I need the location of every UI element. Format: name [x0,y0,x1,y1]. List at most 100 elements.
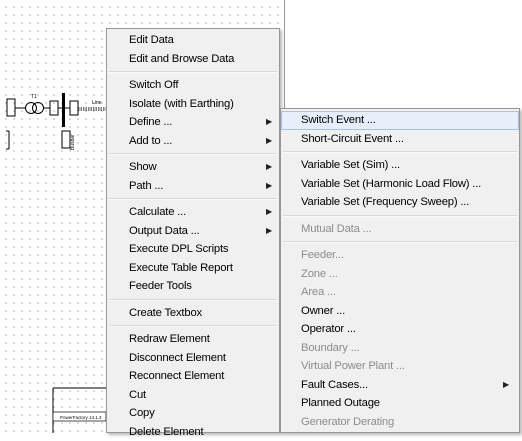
submenu-arrow-icon: ▶ [266,203,272,222]
line-element[interactable] [78,108,106,110]
menu-item-label: Generator Derating [301,416,394,428]
menu-separator [109,71,277,73]
menu-item-label: Reconnect Element [129,370,224,382]
menu-item-owner[interactable]: Owner ... [281,302,519,321]
menu-item-generator-derating[interactable]: Generator Derating [281,413,519,432]
menu-item-reconnect-element[interactable]: Reconnect Element [107,367,279,386]
submenu-arrow-icon: ▶ [266,113,272,132]
menu-item-label: Short-Circuit Event ... [301,133,404,145]
menu-item-edit-and-browse-data[interactable]: Edit and Browse Data [107,50,279,69]
menu-separator [283,215,517,217]
menu-separator [109,153,277,155]
menu-item-short-circuit-event[interactable]: Short-Circuit Event ... [281,130,519,149]
menu-item-label: Copy [129,407,155,419]
menu-item-label: Fault Cases... [301,379,368,391]
menu-item-label: Calculate ... [129,206,186,218]
menu-item-create-textbox[interactable]: Create Textbox [107,304,279,323]
menu-item-copy[interactable]: Copy [107,404,279,423]
menu-item-label: Add to ... [129,135,172,147]
menu-item-label: Area ... [301,286,336,298]
menu-item-planned-outage[interactable]: Planned Outage [281,394,519,413]
menu-item-switch-off[interactable]: Switch Off [107,76,279,95]
menu-item-label: Zone ... [301,268,338,280]
menu-item-redraw-element[interactable]: Redraw Element [107,330,279,349]
status-text: PowerFactory 14.1.3 [60,415,102,420]
menu-item-edit-data[interactable]: Edit Data [107,31,279,50]
menu-item-label: Feeder Tools [129,280,192,292]
menu-item-label: Path ... [129,180,163,192]
menu-item-label: Switch Off [129,79,178,91]
menu-item-execute-dpl-scripts[interactable]: Execute DPL Scripts [107,240,279,259]
menu-item-feeder-tools[interactable]: Feeder Tools [107,277,279,296]
submenu-arrow-icon: ▶ [266,222,272,241]
menu-item-zone[interactable]: Zone ... [281,265,519,284]
title-block: PowerFactory 14.1.3 [53,388,106,433]
menu-item-label: Delete Element [129,426,203,438]
menu-item-label: Execute DPL Scripts [129,243,228,255]
menu-item-label: Owner ... [301,305,345,317]
menu-item-label: Output Data ... [129,225,199,237]
context-menu: Edit Data Edit and Browse Data Switch Of… [106,28,280,433]
menu-item-label: Cut [129,389,146,401]
svg-text:T1: T1 [31,94,37,100]
submenu-arrow-icon: ▶ [266,177,272,196]
menu-separator [283,151,517,153]
menu-item-label: Edit and Browse Data [129,53,234,65]
menu-item-label: Edit Data [129,34,174,46]
menu-separator [109,299,277,301]
menu-item-switch-event[interactable]: Switch Event ... [281,111,519,130]
line-label: Line [92,100,102,106]
submenu-arrow-icon: ▶ [503,376,509,395]
menu-item-label: Switch Event ... [301,114,376,126]
menu-item-boundary[interactable]: Boundary ... [281,339,519,358]
menu-item-label: Show [129,161,156,173]
menu-item-disconnect-element[interactable]: Disconnect Element [107,349,279,368]
define-submenu: Switch Event ... Short-Circuit Event ...… [280,108,520,433]
menu-item-label: Variable Set (Sim) ... [301,159,400,171]
menu-item-area[interactable]: Area ... [281,283,519,302]
menu-item-calculate[interactable]: Calculate ... ▶ [107,203,279,222]
menu-item-add-to[interactable]: Add to ... ▶ [107,132,279,151]
menu-item-label: Create Textbox [129,307,202,319]
terminal-element[interactable] [6,131,9,149]
menu-item-label: Isolate (with Earthing) [129,98,234,110]
menu-item-label: Planned Outage [301,397,380,409]
line-switch[interactable] [70,101,78,115]
menu-item-label: Mutual Data ... [301,223,371,235]
menu-item-label: Feeder... [301,249,344,261]
menu-item-variable-set-sim[interactable]: Variable Set (Sim) ... [281,156,519,175]
load-element[interactable] [62,131,70,148]
menu-item-variable-set-harmonic[interactable]: Variable Set (Harmonic Load Flow) ... [281,175,519,194]
menu-item-path[interactable]: Path ... ▶ [107,177,279,196]
menu-item-label: Operator ... [301,323,356,335]
submenu-arrow-icon: ▶ [266,158,272,177]
menu-item-operator[interactable]: Operator ... [281,320,519,339]
menu-item-define[interactable]: Define ... ▶ [107,113,279,132]
menu-item-label: Redraw Element [129,333,210,345]
menu-item-cut[interactable]: Cut [107,386,279,405]
menu-separator [109,198,277,200]
menu-item-feeder[interactable]: Feeder... [281,246,519,265]
menu-item-label: Variable Set (Frequency Sweep) ... [301,196,469,208]
menu-item-virtual-power-plant[interactable]: Virtual Power Plant ... [281,357,519,376]
menu-item-execute-table-report[interactable]: Execute Table Report [107,259,279,278]
menu-item-delete-element[interactable]: Delete Element [107,423,279,441]
menu-item-variable-set-frequency[interactable]: Variable Set (Frequency Sweep) ... [281,193,519,212]
menu-item-show[interactable]: Show ▶ [107,158,279,177]
menu-item-fault-cases[interactable]: Fault Cases... ▶ [281,376,519,395]
menu-item-label: Execute Table Report [129,262,233,274]
menu-item-output-data[interactable]: Output Data ... ▶ [107,222,279,241]
busbar-label: Busbar [70,134,76,150]
menu-separator [109,325,277,327]
menu-item-label: Disconnect Element [129,352,226,364]
busbar-element[interactable] [62,93,65,127]
menu-item-label: Define ... [129,116,172,128]
menu-item-label: Variable Set (Harmonic Load Flow) ... [301,178,481,190]
menu-item-mutual-data[interactable]: Mutual Data ... [281,220,519,239]
breaker-element[interactable] [50,101,58,115]
terminal-element[interactable] [7,99,15,116]
submenu-arrow-icon: ▶ [266,132,272,151]
transformer-symbol[interactable]: T1 [26,94,44,114]
menu-item-isolate[interactable]: Isolate (with Earthing) [107,95,279,114]
menu-separator [283,241,517,243]
